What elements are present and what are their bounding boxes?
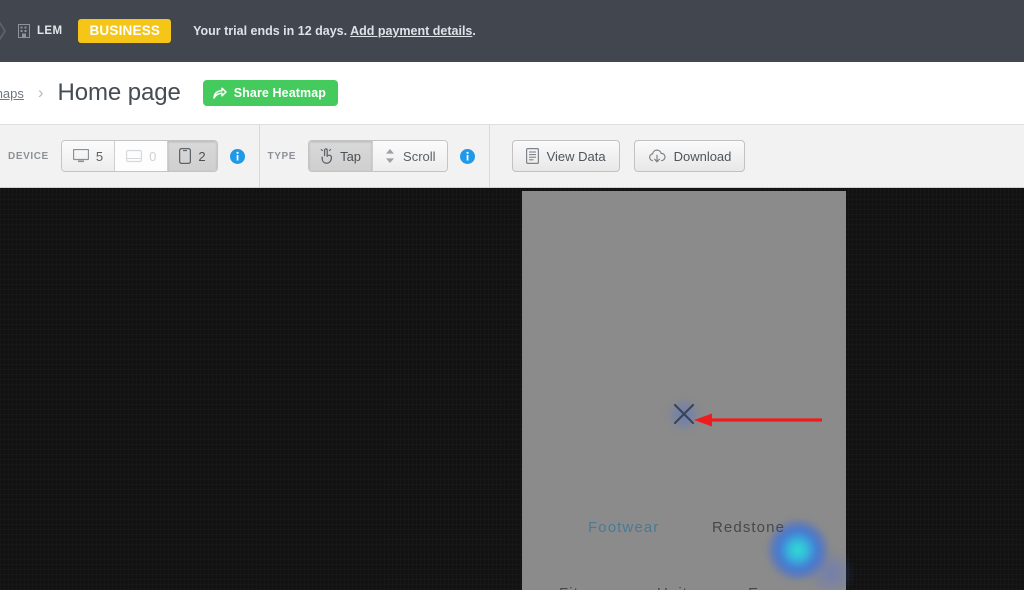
download-button[interactable]: Download [633, 140, 746, 172]
mobile-icon [179, 148, 192, 164]
heatmap-toolbar: DEVICE 5 0 2 TYPE Tap Scroll View Data D… [0, 124, 1024, 188]
type-filter-group: TYPE Tap Scroll [260, 125, 489, 187]
toolbar-actions: View Data Download [490, 140, 746, 172]
download-label: Download [673, 148, 732, 164]
tablet-icon [126, 149, 143, 163]
plan-badge[interactable]: BUSINESS [78, 18, 172, 44]
trial-text: Your trial ends in 12 days. [193, 24, 348, 38]
organization-name: LEM [37, 25, 63, 37]
page-label-footwear[interactable]: Footwear [588, 519, 659, 536]
type-info-icon[interactable] [459, 148, 475, 164]
share-heatmap-button[interactable]: Share Heatmap [202, 80, 339, 106]
device-filter-label: DEVICE [8, 150, 49, 162]
page-label-fitapp[interactable]: Fitapp [559, 585, 607, 590]
device-option-desktop[interactable]: 5 [61, 141, 116, 171]
device-count-mobile: 2 [198, 148, 206, 164]
page-viewport[interactable] [522, 191, 846, 590]
share-heatmap-label: Share Heatmap [233, 86, 327, 100]
tap-finger-icon [320, 148, 333, 164]
chevron-right-icon [0, 0, 12, 62]
page-label-eyewear[interactable]: Eyewear [748, 585, 814, 590]
device-count-tablet: 0 [149, 148, 157, 164]
page-title: Home page [57, 79, 181, 106]
page-label-unity[interactable]: Unity [657, 585, 697, 590]
trial-suffix: . [472, 24, 476, 38]
breadcrumb-separator: › [37, 83, 44, 102]
breadcrumb-parent-link[interactable]: eatmaps [0, 86, 24, 101]
device-filter-group: DEVICE 5 0 2 [0, 125, 259, 187]
red-arrow-left-icon [690, 410, 830, 430]
page-label-redstone[interactable]: Redstone [712, 519, 785, 536]
organization-chip[interactable]: LEM [18, 24, 62, 38]
type-segmented-control: Tap Scroll [308, 140, 448, 172]
type-filter-label: TYPE [267, 150, 297, 162]
device-option-tablet[interactable]: 0 [115, 141, 169, 171]
heatmap-canvas[interactable]: Footwear Redstone Fitapp Unity Eyewear F… [0, 188, 1024, 590]
device-count-desktop: 5 [95, 148, 104, 164]
trial-banner: LEM BUSINESS Your trial ends in 12 days.… [0, 0, 1024, 62]
scroll-arrows-icon [386, 149, 395, 163]
share-arrow-icon [212, 86, 227, 99]
trial-message: Your trial ends in 12 days. Add payment … [193, 24, 476, 38]
building-icon [18, 24, 30, 38]
desktop-icon [72, 149, 89, 163]
cloud-download-icon [648, 149, 666, 162]
view-data-label: View Data [546, 148, 606, 164]
type-option-tap[interactable]: Tap [309, 141, 374, 171]
device-info-icon[interactable] [229, 148, 245, 164]
view-data-button[interactable]: View Data [511, 140, 620, 172]
breadcrumb-bar: eatmaps › Home page Share Heatmap [0, 62, 1024, 124]
add-payment-details-link[interactable]: Add payment details [350, 24, 472, 38]
type-label-scroll: Scroll [403, 148, 436, 164]
type-option-scroll[interactable]: Scroll [373, 141, 447, 171]
type-label-tap: Tap [340, 148, 362, 164]
device-option-mobile[interactable]: 2 [168, 141, 217, 171]
document-icon [525, 148, 539, 164]
device-segmented-control: 5 0 2 [60, 140, 218, 172]
